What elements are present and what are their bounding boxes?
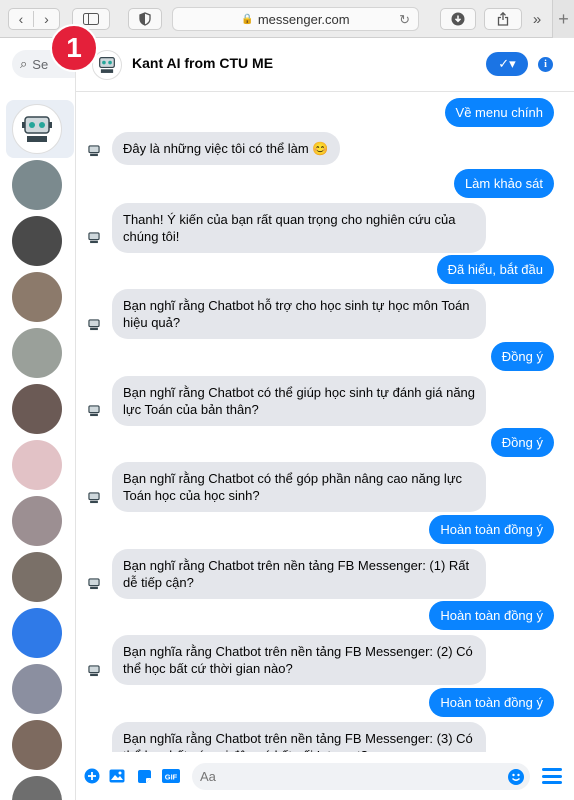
- message-input[interactable]: [200, 769, 500, 784]
- conversation-avatar[interactable]: [12, 608, 62, 658]
- downloads-button[interactable]: [440, 8, 476, 30]
- step-number-badge: 1: [50, 24, 98, 72]
- outgoing-message: Đồng ý: [490, 342, 554, 371]
- incoming-message: Bạn nghĩ rằng Chatbot có thể góp phần nâ…: [112, 462, 486, 512]
- emoji-icon[interactable]: [508, 769, 524, 785]
- share-button[interactable]: [484, 8, 522, 30]
- bot-avatar-icon: [86, 490, 102, 506]
- check-dropdown-button[interactable]: ✓▾: [486, 52, 528, 76]
- conversation-sidebar: ⌕ Se: [0, 38, 76, 800]
- incoming-message: Bạn nghĩ rằng Chatbot trên nền tảng FB M…: [112, 549, 486, 599]
- kant-bot-logo-icon: [99, 57, 115, 73]
- conversation-avatar-kant-bot[interactable]: [12, 104, 62, 154]
- conversation-avatar[interactable]: [12, 160, 62, 210]
- search-icon: ⌕: [20, 56, 28, 71]
- conversation-avatar[interactable]: [12, 496, 62, 546]
- back-forward-buttons: ‹ ›: [8, 8, 60, 30]
- bot-avatar-icon: [86, 403, 102, 419]
- message-composer: GIF: [76, 752, 574, 800]
- conversation-avatar[interactable]: [12, 552, 62, 602]
- conversation-avatar[interactable]: [12, 440, 62, 490]
- download-icon: [451, 12, 465, 26]
- info-icon[interactable]: i: [538, 57, 553, 72]
- lock-icon: 🔒: [241, 13, 254, 25]
- outgoing-message: Về menu chính: [444, 98, 554, 127]
- bot-avatar-icon: [86, 663, 102, 679]
- chat-title[interactable]: Kant AI from CTU ME: [132, 55, 273, 71]
- message-input-field[interactable]: [192, 763, 530, 790]
- sticker-icon[interactable]: [136, 768, 152, 784]
- incoming-message: Đây là những việc tôi có thể làm 😊: [112, 132, 340, 165]
- conversation-avatar[interactable]: [12, 776, 62, 800]
- outgoing-message: Hoàn toàn đồng ý: [429, 688, 554, 717]
- conversation-avatar[interactable]: [12, 720, 62, 770]
- chat-header: Kant AI from CTU ME ✓▾ i: [76, 38, 574, 92]
- menu-icon[interactable]: [542, 768, 562, 784]
- kant-bot-logo-icon: [22, 116, 52, 142]
- new-tab-button[interactable]: +: [552, 0, 574, 38]
- conversation-avatar[interactable]: [12, 664, 62, 714]
- outgoing-message: Đồng ý: [490, 428, 554, 457]
- back-icon[interactable]: ‹: [9, 11, 35, 27]
- svg-text:GIF: GIF: [165, 773, 178, 782]
- incoming-message: Bạn nghĩa rằng Chatbot trên nền tảng FB …: [112, 722, 486, 752]
- more-toolbar-button[interactable]: »: [528, 8, 546, 30]
- forward-icon[interactable]: ›: [34, 11, 59, 27]
- plus-circle-icon[interactable]: [84, 768, 100, 784]
- conversation-avatar[interactable]: [12, 328, 62, 378]
- conversation-avatar[interactable]: [12, 216, 62, 266]
- incoming-message: Thanh! Ý kiến của bạn rất quan trọng cho…: [112, 203, 486, 253]
- bot-avatar-icon: [86, 143, 102, 159]
- conversation-avatar[interactable]: [12, 384, 62, 434]
- reload-icon[interactable]: ↻: [399, 12, 410, 28]
- shield-icon: [139, 12, 151, 26]
- bot-avatar-icon: [86, 576, 102, 592]
- url-text: messenger.com: [257, 11, 350, 27]
- address-bar[interactable]: 🔒 messenger.com ↻: [172, 7, 419, 31]
- share-icon: [497, 12, 509, 26]
- incoming-message: Bạn nghĩ rằng Chatbot hỗ trợ cho học sin…: [112, 289, 486, 339]
- outgoing-message: Làm khảo sát: [453, 169, 554, 198]
- sidebar-toggle-icon: [83, 13, 99, 25]
- outgoing-message: Hoàn toàn đồng ý: [429, 515, 554, 544]
- bot-avatar-icon: [86, 317, 102, 333]
- outgoing-message: Hoàn toàn đồng ý: [429, 601, 554, 630]
- message-list: Về menu chính Đây là những việc tôi có t…: [76, 92, 574, 752]
- privacy-shield-button[interactable]: [128, 8, 162, 30]
- incoming-message: Bạn nghĩa rằng Chatbot trên nền tảng FB …: [112, 635, 486, 685]
- outgoing-message: Đã hiểu, bắt đầu: [436, 255, 554, 284]
- bot-avatar-icon: [86, 230, 102, 246]
- incoming-message: Bạn nghĩ rằng Chatbot có thể giúp học si…: [112, 376, 486, 426]
- conversation-avatar[interactable]: [12, 272, 62, 322]
- photo-icon[interactable]: [109, 768, 125, 784]
- gif-icon[interactable]: GIF: [162, 768, 180, 784]
- search-placeholder: Se: [32, 56, 49, 72]
